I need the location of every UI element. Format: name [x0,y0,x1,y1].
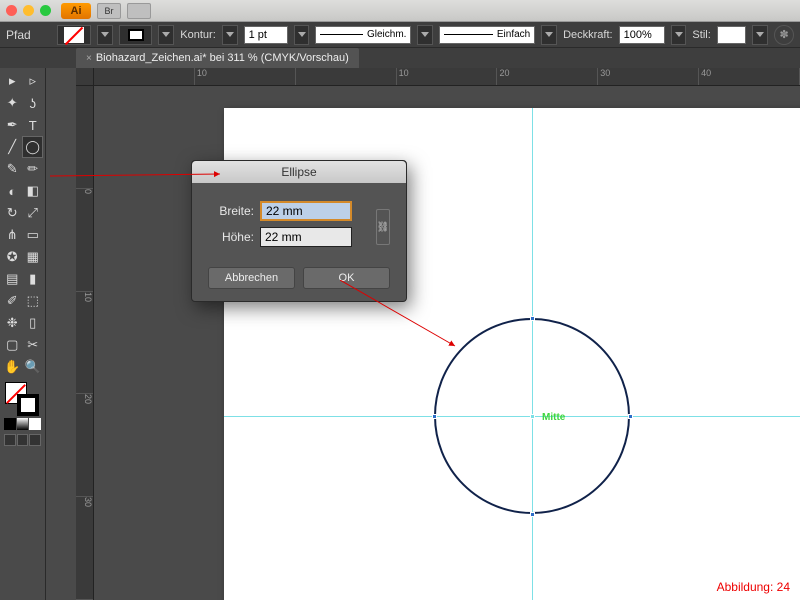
window-titlebar: Ai Br [0,0,800,22]
height-input[interactable] [260,227,352,247]
brush-definition-dropdown[interactable] [541,25,557,45]
opacity-input[interactable] [619,26,665,44]
toolbox: ▸▹ ✦ʖ ✒T ╱◯ ✎✏ ◐◧ ↻⤢ ⋔▭ ✪▦ ▤▮ ✐⬚ ❉▯ ▢✂ ✋… [0,68,46,600]
document-tabbar: × Biohazard_Zeichen.ai* bei 311 % (CMYK/… [0,48,800,68]
symbol-sprayer-tool[interactable]: ❉ [2,312,23,334]
app-icon: Ai [61,3,91,19]
traffic-lights [6,5,51,16]
opacity-label: Deckkraft: [563,29,613,41]
opacity-dropdown[interactable] [671,25,687,45]
arrange-documents-button[interactable] [127,3,151,19]
style-dropdown[interactable] [752,25,768,45]
anchor-point-top[interactable] [530,316,535,321]
selection-tool[interactable]: ▸ [2,70,23,92]
bridge-button[interactable]: Br [97,3,121,19]
style-swatch[interactable] [717,26,747,44]
document-window: 1010203040 0102030 Mitte [76,68,800,600]
anchor-point-bottom[interactable] [530,512,535,517]
minimize-window-button[interactable] [23,5,34,16]
color-mode-none[interactable] [29,418,41,430]
dialog-title: Ellipse [192,161,406,183]
anchor-point-right[interactable] [628,414,633,419]
panel-options-button[interactable]: ✽ [774,25,794,45]
vertical-ruler[interactable]: 0102030 [76,86,94,600]
width-label: Breite: [208,204,254,218]
cancel-button[interactable]: Abbrechen [208,267,295,289]
figure-caption: Abbildung: 24 [717,580,790,594]
magic-wand-tool[interactable]: ✦ [2,92,23,114]
close-window-button[interactable] [6,5,17,16]
style-label: Stil: [692,29,710,41]
artboard-tool[interactable]: ▢ [2,334,23,356]
type-tool[interactable]: T [23,114,44,136]
ellipse-tool[interactable]: ◯ [22,136,43,158]
stroke-swatch[interactable] [119,25,153,45]
stroke-indicator[interactable] [17,394,39,416]
paintbrush-tool[interactable]: ✎ [2,158,23,180]
slice-tool[interactable]: ✂ [23,334,44,356]
shape-builder-tool[interactable]: ✪ [2,246,23,268]
gradient-tool[interactable]: ▮ [23,268,44,290]
hand-tool[interactable]: ✋ [2,356,23,378]
color-mode-gradient[interactable] [17,418,29,430]
document-tab-label: Biohazard_Zeichen.ai* bei 311 % (CMYK/Vo… [96,52,349,64]
selection-type-label: Pfad [6,28,51,42]
brush-profile-select[interactable]: Gleichm. [315,26,411,44]
fill-stroke-control[interactable] [2,382,43,416]
fill-dropdown[interactable] [97,25,113,45]
stroke-weight-input[interactable] [244,26,288,44]
draw-inside[interactable] [29,434,41,446]
fill-swatch[interactable] [57,25,91,45]
lasso-tool[interactable]: ʖ [23,92,44,114]
stroke-weight-dropdown[interactable] [294,25,310,45]
mesh-tool[interactable]: ▤ [2,268,23,290]
eraser-tool[interactable]: ◧ [23,180,44,202]
horizontal-ruler[interactable]: 1010203040 [94,68,800,86]
perspective-grid-tool[interactable]: ▦ [23,246,44,268]
color-mode-row [2,416,43,432]
width-input[interactable] [260,201,352,221]
draw-normal[interactable] [4,434,16,446]
stroke-weight-label: Kontur: [180,29,215,41]
eyedropper-tool[interactable]: ✐ [2,290,23,312]
stroke-weight-stepper[interactable] [222,25,238,45]
smart-guide-label: Mitte [542,412,565,423]
rotate-tool[interactable]: ↻ [2,202,23,224]
constrain-proportions-button[interactable]: ⛓ [376,209,390,245]
center-point[interactable] [530,414,535,419]
ok-button[interactable]: OK [303,267,390,289]
pen-tool[interactable]: ✒ [2,114,23,136]
zoom-window-button[interactable] [40,5,51,16]
close-tab-icon[interactable]: × [86,53,92,64]
scale-tool[interactable]: ⤢ [23,202,44,224]
draw-behind[interactable] [17,434,29,446]
pencil-tool[interactable]: ✏ [23,158,44,180]
free-transform-tool[interactable]: ▭ [23,224,44,246]
stroke-dropdown[interactable] [158,25,174,45]
color-mode-solid[interactable] [4,418,16,430]
screen-mode-row [2,432,43,448]
line-tool[interactable]: ╱ [2,136,22,158]
blend-tool[interactable]: ⬚ [23,290,44,312]
brush-definition-select[interactable]: Einfach [439,26,535,44]
column-graph-tool[interactable]: ▯ [23,312,44,334]
zoom-tool[interactable]: 🔍 [23,356,44,378]
ellipse-dialog: Ellipse Breite: Höhe: ⛓ Abbrechen OK [191,160,407,302]
control-bar: Pfad Kontur: Gleichm. Einfach Deckkraft:… [0,22,800,48]
ruler-origin[interactable] [76,68,94,86]
document-tab[interactable]: × Biohazard_Zeichen.ai* bei 311 % (CMYK/… [76,48,359,68]
brush-profile-dropdown[interactable] [417,25,433,45]
direct-selection-tool[interactable]: ▹ [23,70,44,92]
anchor-point-left[interactable] [432,414,437,419]
blob-brush-tool[interactable]: ◐ [2,180,23,202]
height-label: Höhe: [208,230,254,244]
width-tool[interactable]: ⋔ [2,224,23,246]
